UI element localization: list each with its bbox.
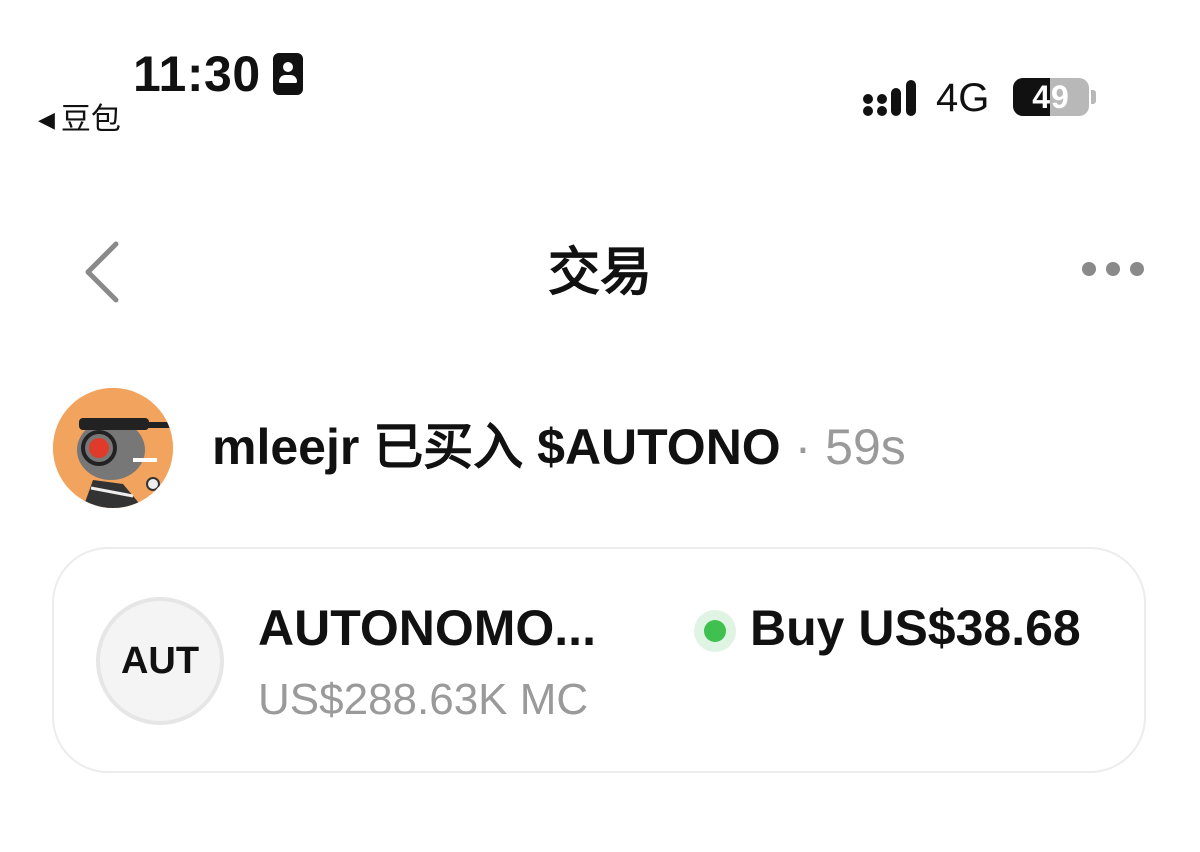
back-to-app-link[interactable]: ◀ 豆包 [38, 100, 121, 140]
action-text: 已买入 [373, 419, 524, 475]
token-market-cap: US$288.63K MC [258, 675, 589, 724]
activity-line: mleejr 已买入 $AUTONO · 59s [212, 415, 906, 479]
username-link[interactable]: mleejr [212, 419, 359, 475]
token-name: AUTONOMO... [258, 600, 596, 656]
more-horizontal-icon[interactable] [1080, 258, 1146, 280]
trade-detail-screen: 11:30 ◀ 豆包 4G 49 交易 mleejr 已买入 $AUTONO ·… [0, 0, 1200, 852]
battery-percent: 49 [1032, 78, 1070, 115]
battery-indicator: 49 [1013, 78, 1089, 116]
status-time: 11:30 [133, 46, 303, 102]
trade-summary: Buy US$38.68 [750, 600, 1081, 656]
elapsed-time: 59s [825, 419, 906, 475]
ticker-link[interactable]: $AUTONO [537, 419, 781, 475]
user-avatar[interactable] [53, 388, 173, 508]
separator-dot: · [794, 419, 812, 475]
time-text: 11:30 [133, 46, 261, 102]
page-title: 交易 [547, 244, 652, 302]
token-logo: AUT [96, 597, 224, 725]
avatar-illustration-icon [53, 388, 173, 508]
green-dot-icon [694, 610, 736, 652]
battery-tip [1091, 90, 1096, 104]
contact-card-icon [272, 53, 303, 95]
cellular-signal-icon [863, 80, 916, 116]
network-type: 4G [936, 76, 990, 120]
back-triangle-icon: ◀ [38, 107, 55, 132]
back-app-label: 豆包 [60, 103, 121, 136]
